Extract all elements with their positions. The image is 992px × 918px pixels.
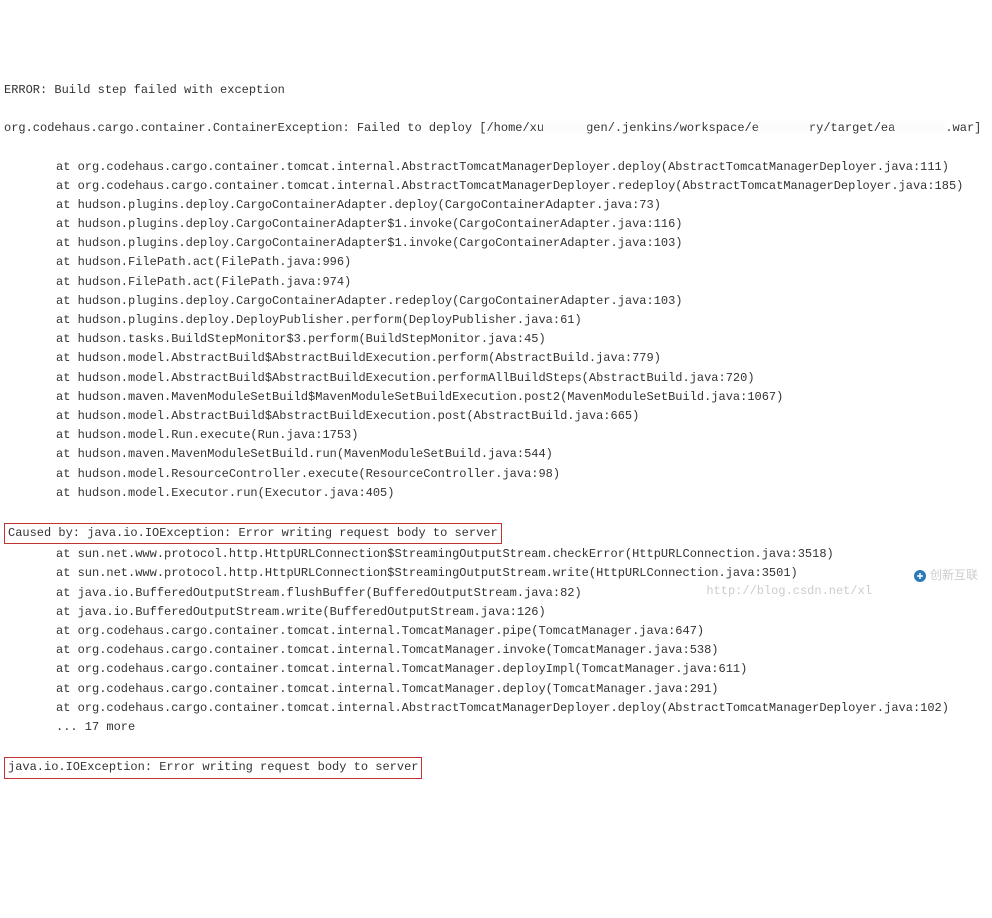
- watermark-url: http://blog.csdn.net/xl: [706, 582, 872, 601]
- exception-line: org.codehaus.cargo.container.ContainerEx…: [4, 119, 988, 138]
- stack-trace-secondary: at sun.net.www.protocol.http.HttpURLConn…: [4, 545, 988, 737]
- redaction-block: [895, 122, 945, 133]
- stack-frame: at hudson.model.AbstractBuild$AbstractBu…: [4, 407, 988, 426]
- redaction-block: [759, 122, 809, 133]
- stack-frame: at hudson.FilePath.act(FilePath.java:996…: [4, 253, 988, 272]
- stack-frame: at hudson.plugins.deploy.CargoContainerA…: [4, 196, 988, 215]
- stack-frame: at org.codehaus.cargo.container.tomcat.i…: [4, 699, 988, 718]
- stack-frame: at org.codehaus.cargo.container.tomcat.i…: [4, 641, 988, 660]
- stack-frame: at hudson.FilePath.act(FilePath.java:974…: [4, 273, 988, 292]
- stack-frame: at hudson.maven.MavenModuleSetBuild.run(…: [4, 445, 988, 464]
- stack-frame: at hudson.model.Executor.run(Executor.ja…: [4, 484, 988, 503]
- stack-frame: at hudson.plugins.deploy.DeployPublisher…: [4, 311, 988, 330]
- brand-icon: [913, 569, 927, 583]
- stack-frame: at hudson.plugins.deploy.CargoContainerA…: [4, 292, 988, 311]
- stack-frame: at sun.net.www.protocol.http.HttpURLConn…: [4, 545, 988, 564]
- highlight-caused-by: Caused by: java.io.IOException: Error wr…: [4, 523, 502, 544]
- stack-frame: at hudson.model.AbstractBuild$AbstractBu…: [4, 369, 988, 388]
- stack-frame: at org.codehaus.cargo.container.tomcat.i…: [4, 680, 988, 699]
- caused-by-line: Caused by: java.io.IOException: Error wr…: [4, 526, 502, 540]
- watermark-brand: 创新互联: [907, 564, 984, 587]
- error-header: ERROR: Build step failed with exception: [4, 81, 988, 100]
- redaction-block: [544, 122, 586, 133]
- stack-frame: at org.codehaus.cargo.container.tomcat.i…: [4, 177, 988, 196]
- stack-frame: at sun.net.www.protocol.http.HttpURLConn…: [4, 564, 988, 583]
- stack-frame: at hudson.maven.MavenModuleSetBuild$Mave…: [4, 388, 988, 407]
- exception-text-mid2: ry/target/ea: [809, 121, 895, 135]
- stack-trace-primary: at org.codehaus.cargo.container.tomcat.i…: [4, 158, 988, 503]
- highlight-secondary-exception: java.io.IOException: Error writing reque…: [4, 757, 422, 778]
- stack-frame: at hudson.plugins.deploy.CargoContainerA…: [4, 234, 988, 253]
- stack-frame: at hudson.plugins.deploy.CargoContainerA…: [4, 215, 988, 234]
- stack-frame: ... 17 more: [4, 718, 988, 737]
- stack-frame: at java.io.BufferedOutputStream.write(Bu…: [4, 603, 988, 622]
- stack-frame: at hudson.model.Run.execute(Run.java:175…: [4, 426, 988, 445]
- stack-frame: at hudson.model.ResourceController.execu…: [4, 465, 988, 484]
- stack-frame: at hudson.tasks.BuildStepMonitor$3.perfo…: [4, 330, 988, 349]
- stack-frame: at org.codehaus.cargo.container.tomcat.i…: [4, 660, 988, 679]
- stack-frame: at hudson.model.AbstractBuild$AbstractBu…: [4, 349, 988, 368]
- watermark-brand-text: 创新互联: [930, 568, 978, 582]
- exception-text-pre: org.codehaus.cargo.container.ContainerEx…: [4, 121, 544, 135]
- stack-frame: at org.codehaus.cargo.container.tomcat.i…: [4, 158, 988, 177]
- secondary-exception-line: java.io.IOException: Error writing reque…: [4, 760, 422, 774]
- exception-text-end: .war]: [945, 121, 981, 135]
- exception-text-mid: gen/.jenkins/workspace/e: [586, 121, 759, 135]
- stack-frame: at org.codehaus.cargo.container.tomcat.i…: [4, 622, 988, 641]
